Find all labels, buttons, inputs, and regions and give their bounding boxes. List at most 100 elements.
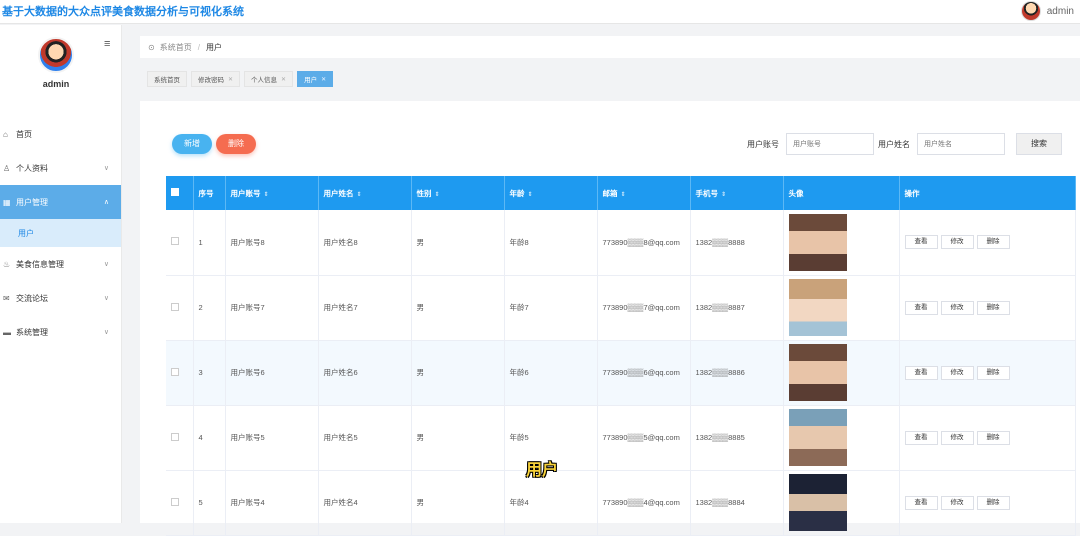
- view-button[interactable]: 查看: [904, 235, 938, 250]
- user-photo[interactable]: [788, 344, 847, 401]
- delete-row-button[interactable]: 删除: [976, 235, 1010, 250]
- sort-icon[interactable]: ⇕: [264, 192, 269, 198]
- grid-icon: ▦: [3, 197, 11, 207]
- sort-icon[interactable]: ⇕: [435, 192, 440, 198]
- sidebar-item-system[interactable]: ▬ 系统管理 ∨: [0, 315, 121, 349]
- user-photo[interactable]: [788, 279, 847, 336]
- sort-icon[interactable]: ⇕: [357, 192, 362, 198]
- tag-home[interactable]: 系统首页: [147, 71, 187, 87]
- row-select-cell[interactable]: [166, 405, 194, 471]
- cell-account: 用户账号7: [225, 275, 319, 341]
- close-icon[interactable]: ✕: [281, 76, 286, 83]
- sort-icon[interactable]: ⇕: [621, 192, 626, 198]
- tag-personal-info[interactable]: 个人信息 ✕: [244, 71, 294, 87]
- cell-actions: 查看 修改 删除: [899, 275, 1076, 341]
- row-checkbox[interactable]: [171, 497, 179, 506]
- cell-phone: 1382▒▒▒8885: [690, 405, 784, 471]
- tag-change-password[interactable]: 修改密码 ✕: [191, 71, 241, 87]
- cell-email: 773890▒▒▒6@qq.com: [597, 340, 691, 406]
- row-checkbox[interactable]: [171, 302, 179, 311]
- chevron-down-icon: ∨: [103, 165, 109, 172]
- cell-gender: 男: [411, 405, 505, 471]
- close-icon[interactable]: ✕: [321, 76, 326, 83]
- delete-row-button[interactable]: 删除: [976, 365, 1010, 380]
- cell-phone: 1382▒▒▒8888: [690, 210, 784, 276]
- select-all-cell[interactable]: [166, 176, 194, 210]
- sidebar-subitem-user[interactable]: 用户: [0, 219, 121, 247]
- top-user-menu[interactable]: admin: [1020, 1, 1074, 21]
- food-icon: ♨: [3, 259, 11, 269]
- add-button[interactable]: 新增: [172, 134, 212, 154]
- overlay-caption: 用户: [526, 462, 559, 479]
- name-label: 用户姓名: [878, 140, 910, 149]
- sidebar-item-profile[interactable]: ♙ 个人资料 ∨: [0, 151, 121, 185]
- header-label: 手机号: [695, 188, 719, 198]
- header-account[interactable]: 用户账号 ⇕: [225, 176, 319, 210]
- tag-label: 修改密码: [198, 77, 224, 84]
- delete-row-button[interactable]: 删除: [976, 495, 1010, 510]
- view-button[interactable]: 查看: [904, 300, 938, 315]
- edit-button[interactable]: 修改: [940, 495, 974, 510]
- header-gender[interactable]: 性别 ⇕: [411, 176, 505, 210]
- row-select-cell[interactable]: [166, 210, 194, 276]
- app-title: 基于大数据的大众点评美食数据分析与可视化系统: [2, 6, 244, 18]
- cell-no: 4: [193, 405, 226, 471]
- header-name[interactable]: 用户姓名 ⇕: [318, 176, 412, 210]
- cell-name: 用户姓名4: [318, 470, 412, 536]
- delete-row-button[interactable]: 删除: [976, 300, 1010, 315]
- row-checkbox[interactable]: [171, 367, 179, 376]
- name-search-input[interactable]: [917, 133, 1005, 155]
- view-button[interactable]: 查看: [904, 495, 938, 510]
- table-header-row: 序号 用户账号 ⇕ 用户姓名 ⇕ 性别 ⇕ 年龄 ⇕ 邮箱 ⇕ 手机号 ⇕ 头像 操作: [166, 176, 1076, 210]
- row-checkbox[interactable]: [171, 432, 179, 441]
- row-select-cell[interactable]: [166, 470, 194, 536]
- menu-icon[interactable]: ≡: [104, 38, 110, 50]
- chevron-down-icon: ∨: [103, 295, 109, 302]
- sidebar-item-food-management[interactable]: ♨ 美食信息管理 ∨: [0, 247, 121, 281]
- edit-button[interactable]: 修改: [940, 430, 974, 445]
- delete-row-button[interactable]: 删除: [976, 430, 1010, 445]
- cell-name: 用户姓名8: [318, 210, 412, 276]
- view-button[interactable]: 查看: [904, 365, 938, 380]
- cell-email: 773890▒▒▒7@qq.com: [597, 275, 691, 341]
- row-select-cell[interactable]: [166, 340, 194, 406]
- tag-user[interactable]: 用户 ✕: [297, 71, 334, 87]
- edit-button[interactable]: 修改: [940, 235, 974, 250]
- cell-avatar: [783, 210, 900, 276]
- avatar[interactable]: [1020, 1, 1041, 21]
- header-email[interactable]: 邮箱 ⇕: [597, 176, 691, 210]
- cell-name: 用户姓名5: [318, 405, 412, 471]
- edit-button[interactable]: 修改: [940, 300, 974, 315]
- sidebar-item-label: 系统管理: [16, 327, 48, 337]
- edit-button[interactable]: 修改: [940, 365, 974, 380]
- cell-age: 年龄6: [504, 340, 598, 406]
- user-photo[interactable]: [788, 213, 847, 271]
- sidebar-item-home[interactable]: ⌂ 首页: [0, 117, 121, 151]
- cell-account: 用户账号8: [225, 210, 319, 276]
- select-all-checkbox[interactable]: [171, 188, 179, 196]
- breadcrumb-home[interactable]: 系统首页: [160, 42, 192, 53]
- sort-icon[interactable]: ⇕: [721, 192, 726, 198]
- delete-button[interactable]: 删除: [216, 134, 256, 154]
- sidebar-item-label: 美食信息管理: [16, 259, 64, 269]
- table-row: 5 用户账号4 用户姓名4 男年龄4 773890▒▒▒4@qq.com 1382▒▒▒8…: [166, 470, 1076, 536]
- cell-age: 年龄7: [504, 275, 598, 341]
- header-age[interactable]: 年龄 ⇕: [504, 176, 598, 210]
- close-icon[interactable]: ✕: [228, 76, 233, 83]
- view-button[interactable]: 查看: [904, 430, 938, 445]
- sidebar-item-user-management[interactable]: ▦ 用户管理 ∧: [0, 185, 121, 219]
- table-row: 3 用户账号6 用户姓名6 男年龄6 773890▒▒▒6@qq.com 1382▒▒▒8…: [166, 340, 1076, 406]
- sidebar-item-forum[interactable]: ✉ 交流论坛 ∨: [0, 281, 121, 315]
- account-label: 用户账号: [747, 140, 779, 149]
- row-select-cell[interactable]: [166, 275, 194, 341]
- user-photo[interactable]: [788, 474, 847, 531]
- search-button[interactable]: 搜索: [1016, 133, 1062, 155]
- header-phone[interactable]: 手机号 ⇕: [690, 176, 784, 210]
- cell-email: 773890▒▒▒8@qq.com: [597, 210, 691, 276]
- cell-gender: 男: [411, 275, 505, 341]
- sort-icon[interactable]: ⇕: [528, 192, 533, 198]
- user-photo[interactable]: [788, 409, 847, 466]
- top-username[interactable]: admin: [1047, 6, 1074, 17]
- row-checkbox[interactable]: [171, 237, 179, 246]
- account-search-input[interactable]: [786, 133, 874, 155]
